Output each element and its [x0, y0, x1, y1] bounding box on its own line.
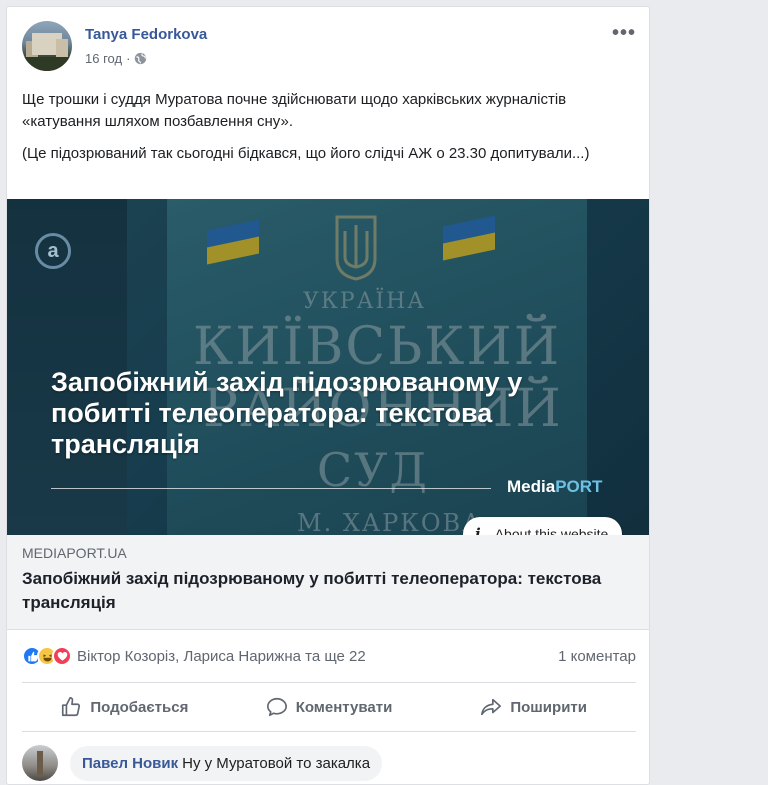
comments-count[interactable]: 1 коментар	[558, 648, 636, 665]
reactions-bar: Віктор Козоріз, Лариса Нарижна та ще 22 …	[22, 644, 636, 668]
share-icon	[481, 698, 502, 716]
post-time[interactable]: 16 год	[85, 51, 122, 66]
share-label: Поширити	[510, 698, 587, 716]
link-title[interactable]: Запобіжний захід підозрюваному у побитті…	[22, 567, 636, 615]
mediaport-logo: MediaPORT	[507, 477, 602, 497]
share-button[interactable]: Поширити	[431, 683, 636, 731]
comment-item: Павел Новик Ну у Муратовой то закалка	[22, 742, 636, 784]
love-reaction-icon	[52, 646, 72, 666]
post-meta: 16 год ·	[85, 51, 147, 66]
link-preview-info[interactable]: MEDIAPORT.UA Запобіжний захід підозрюван…	[7, 535, 649, 630]
watermark-logo: a	[35, 233, 71, 269]
info-icon: i	[475, 525, 481, 535]
reactors-names[interactable]: Віктор Козоріз, Лариса Нарижна та ще 22	[77, 648, 366, 665]
comment-icon	[266, 697, 287, 717]
comment-label: Коментувати	[295, 698, 393, 716]
comment-bubble: Павел Новик Ну у Муратовой то закалка	[70, 745, 383, 781]
post-text: Ще трошки і суддя Муратова почне здійсню…	[22, 89, 622, 175]
author-avatar[interactable]	[22, 21, 72, 71]
more-options-icon[interactable]: •••	[612, 23, 636, 43]
like-label: Подобається	[90, 698, 189, 716]
like-button[interactable]: Подобається	[22, 683, 227, 731]
link-domain: MEDIAPORT.UA	[22, 545, 127, 561]
post-paragraph: (Це підозрюваний так сьогодні бідкався, …	[22, 145, 590, 162]
about-website-button[interactable]: i About this website	[463, 517, 623, 535]
globe-icon[interactable]	[134, 52, 147, 65]
logo-part-media: Media	[507, 477, 556, 496]
about-website-label: About this website	[494, 526, 609, 535]
comment-button[interactable]: Коментувати	[227, 683, 432, 731]
post-header: Tanya Fedorkova 16 год · •••	[22, 21, 636, 75]
commenter-name[interactable]: Павел Новик	[82, 755, 178, 772]
commenter-avatar[interactable]	[22, 745, 58, 781]
author-name[interactable]: Tanya Fedorkova	[85, 26, 207, 43]
feed-post: Tanya Fedorkova 16 год · ••• Ще трошки і…	[6, 6, 650, 785]
image-overlay-title: Запобіжний захід підозрюваному у побитті…	[51, 367, 523, 459]
comment-text: Ну у Муратовой то закалка	[182, 754, 371, 772]
post-paragraph: Ще трошки і суддя Муратова почне здійсню…	[22, 91, 567, 130]
overlay-divider	[51, 488, 491, 489]
post-actions: Подобається Коментувати Поширити	[22, 682, 636, 732]
separator-dot: ·	[126, 51, 131, 66]
link-preview-image[interactable]: УКРАЇНА КИЇВСЬКИЙ РАЙОННИЙ СУД М. ХАРКОВ…	[7, 199, 649, 535]
logo-part-port: PORT	[555, 477, 603, 496]
thumbs-up-icon	[62, 697, 81, 717]
reaction-icons[interactable]	[22, 646, 72, 666]
